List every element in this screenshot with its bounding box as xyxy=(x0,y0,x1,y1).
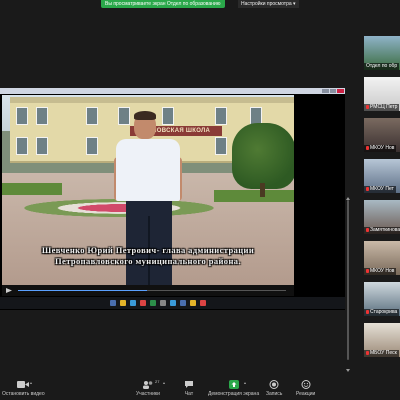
view-options-label: Настройки просмотра xyxy=(241,1,292,7)
participant-name-label: РМСЦ Петр xyxy=(370,104,398,110)
lawn-right xyxy=(214,190,294,202)
participant-name: Отдел по обр xyxy=(364,63,400,70)
record-icon xyxy=(269,380,279,389)
chevron-down-icon: ▾ xyxy=(293,1,296,7)
participant-name-label: Замяткиновая xyxy=(370,227,400,233)
reactions-button[interactable]: Реакции xyxy=(296,380,315,397)
muted-mic-icon xyxy=(366,227,369,232)
stop-video-button[interactable]: Остановить видео xyxy=(2,380,45,397)
share-screen-label: Демонстрация экрана xyxy=(208,391,260,397)
shared-taskbar xyxy=(0,297,345,309)
participants-label: Участники xyxy=(136,391,160,397)
participant-name: МКОУ Нов xyxy=(364,145,397,152)
speaker-trousers xyxy=(126,200,172,285)
zoom-icon xyxy=(150,300,156,306)
participant-tile[interactable]: РМСЦ Петр xyxy=(364,77,400,111)
letterbox-area xyxy=(296,95,343,285)
participant-name-label: МБОУ Песк xyxy=(370,350,397,356)
participant-tile[interactable]: МКОУ Нов xyxy=(364,118,400,152)
video-camera-icon xyxy=(17,381,30,388)
presentation-icon xyxy=(200,300,206,306)
participant-name-label: МКОУ Пет xyxy=(370,186,394,192)
participant-name: Старокрива xyxy=(364,309,400,316)
video-caption: Шевченко Юрий Петрович- глава администра… xyxy=(41,245,255,266)
participant-name: РМСЦ Петр xyxy=(364,104,400,111)
tree xyxy=(232,123,294,189)
flowerbed xyxy=(24,199,214,217)
record-label: Запись xyxy=(266,391,283,397)
participant-name: МКОУ Нов xyxy=(364,268,397,275)
participants-icon xyxy=(142,381,153,389)
taskbar-app-icon xyxy=(110,300,116,306)
participant-tile[interactable]: МКОУ Нов xyxy=(364,241,400,275)
muted-mic-icon xyxy=(366,350,369,355)
share-screen-button[interactable]: Демонстрация экрана xyxy=(208,380,259,397)
participant-name-label: МКОУ Нов xyxy=(370,268,395,274)
scroll-down-icon[interactable] xyxy=(346,369,350,372)
participant-name: МКОУ Пет xyxy=(364,186,396,193)
maximize-icon xyxy=(329,89,337,93)
gallery-scrollbar[interactable] xyxy=(346,60,350,380)
shared-window-titlebar xyxy=(0,88,345,94)
share-options-caret[interactable] xyxy=(244,382,246,384)
play-icon[interactable] xyxy=(6,288,12,293)
stop-video-label: Остановить видео xyxy=(2,391,45,397)
document-icon xyxy=(190,300,196,306)
taskbar-app-icon xyxy=(180,300,186,306)
muted-mic-icon xyxy=(366,186,369,191)
participant-tile[interactable]: МБОУ Песк xyxy=(364,323,400,357)
participant-tile[interactable]: Старокрива xyxy=(364,282,400,316)
video-progress-bar[interactable] xyxy=(18,290,286,291)
participant-tile[interactable]: Отдел по обр xyxy=(364,36,400,70)
zoom-meeting-window: Вы просматриваете экран Отдел по образов… xyxy=(0,0,400,400)
participant-name: Замяткиновая xyxy=(364,227,400,234)
chat-bubble-icon xyxy=(185,381,193,388)
participant-name-label: Старокрива xyxy=(370,309,398,315)
window-controls xyxy=(322,89,345,93)
participant-name: МБОУ Песк xyxy=(364,350,399,357)
media-icon xyxy=(140,300,146,306)
screen-share-banner[interactable]: Вы просматриваете экран Отдел по образов… xyxy=(101,0,225,8)
share-screen-icon xyxy=(228,380,239,389)
muted-mic-icon xyxy=(366,145,369,150)
video-player-controls[interactable] xyxy=(2,285,294,296)
muted-mic-icon xyxy=(366,309,369,314)
minimize-icon xyxy=(322,89,329,93)
participant-tile[interactable]: МКОУ Пет xyxy=(364,159,400,193)
participants-count: 27 xyxy=(155,379,160,384)
participant-name-label: МКОУ Нов xyxy=(370,145,395,151)
chat-label: Чат xyxy=(184,391,194,397)
shared-video-frame: ...ВЛОВСКАЯ ШКОЛА Шевченко Юрий Петрович… xyxy=(2,95,294,285)
lawn-left xyxy=(2,183,62,195)
meeting-toolbar: Остановить видео 27 Участники Чат Демонс… xyxy=(0,376,400,400)
mail-icon xyxy=(170,300,176,306)
settings-icon xyxy=(160,300,166,306)
participant-name-label: Отдел по обр xyxy=(366,63,398,69)
participants-button[interactable]: 27 Участники xyxy=(136,379,160,397)
video-progress-fill xyxy=(18,290,147,291)
reactions-label: Реакции xyxy=(296,391,316,397)
record-button[interactable]: Запись xyxy=(266,380,282,397)
speaker-shirt xyxy=(116,139,180,201)
view-options-button[interactable]: Настройки просмотра ▾ xyxy=(238,0,299,8)
close-icon xyxy=(337,89,345,93)
muted-mic-icon xyxy=(366,268,369,273)
smiley-icon xyxy=(301,380,311,389)
chat-button[interactable]: Чат xyxy=(184,380,194,397)
scrollbar-thumb[interactable] xyxy=(347,200,349,360)
shared-screen: ...ВЛОВСКАЯ ШКОЛА Шевченко Юрий Петрович… xyxy=(0,88,345,310)
muted-mic-icon xyxy=(366,104,369,109)
browser-icon xyxy=(130,300,136,306)
folder-icon xyxy=(120,300,126,306)
participant-tile[interactable]: Замяткиновая xyxy=(364,200,400,234)
video-options-caret[interactable] xyxy=(30,382,32,384)
participants-options-caret[interactable] xyxy=(163,382,165,384)
